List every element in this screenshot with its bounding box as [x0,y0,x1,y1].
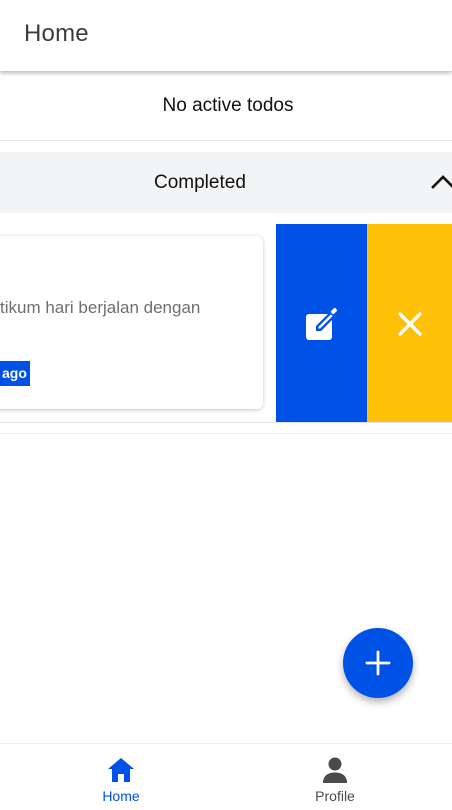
todo-description: tikum hari berjalan dengan [0,298,201,317]
app-bar: Home [0,0,452,71]
todo-tag: ago [0,361,30,386]
home-icon [108,758,134,782]
nav-label-home: Home [102,788,140,804]
app-root: Home No active todos Completed tikum har… [0,0,452,810]
chevron-up-icon[interactable] [430,172,452,190]
empty-state: No active todos [0,71,452,141]
delete-todo-button[interactable] [367,224,452,423]
list-divider [0,433,452,434]
plus-icon [365,650,391,676]
row-divider [0,422,452,423]
nav-item-home[interactable]: Home [8,744,234,810]
completed-section-title: Completed [154,172,246,193]
todo-tag-clip: ago [0,236,30,409]
close-icon [397,311,422,336]
empty-state-text: No active todos [162,94,294,116]
completed-section-header[interactable]: Completed [0,152,452,213]
person-icon [323,757,347,783]
nav-item-profile[interactable]: Profile [222,744,448,810]
edit-icon [305,307,337,340]
page-title: Home [24,20,89,47]
add-todo-button[interactable] [343,628,413,698]
todo-card[interactable]: tikum hari berjalan dengan ago [0,236,263,409]
nav-label-profile: Profile [315,788,355,804]
bottom-navigation: Home Profile [0,743,452,810]
edit-todo-button[interactable] [276,224,367,423]
